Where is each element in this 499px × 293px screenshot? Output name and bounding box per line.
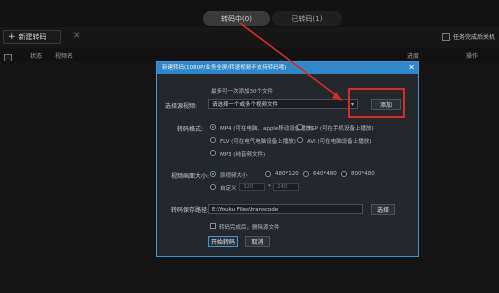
max-files-hint: 最多可一次添加30个文件 <box>211 89 273 95</box>
size-custom-label: 自定义 <box>220 186 237 192</box>
header-status: 状态 <box>30 53 43 60</box>
dialog-title: 新建转码(1080P/业务全屏/转速视频不支持转码哦) <box>157 62 418 74</box>
header-video-name: 视频名 <box>55 53 74 60</box>
toolbar: + 新建转码 ✕ 任务完成后关机 <box>0 27 499 48</box>
custom-width-value: 320 <box>243 184 254 190</box>
header-progress: 进度 <box>407 53 420 60</box>
custom-height-input[interactable]: 240 <box>273 183 299 191</box>
radio-flv[interactable] <box>210 137 216 143</box>
size-label: 视频画面大小: <box>171 173 210 180</box>
task-complete-option[interactable]: 任务完成后关机 <box>441 32 495 41</box>
dialog-close-icon[interactable]: ✕ <box>408 62 415 74</box>
new-transcode-button[interactable]: + 新建转码 <box>3 30 61 44</box>
radio-mp4[interactable] <box>210 124 216 130</box>
close-icon[interactable]: ✕ <box>73 31 81 41</box>
cancel-button[interactable]: 取消 <box>245 236 270 247</box>
table-header: 状态 视频名 进度 操作 <box>0 48 499 62</box>
start-transcode-button[interactable]: 开始转码 <box>208 236 238 247</box>
save-path-label: 转码保存路径: <box>171 207 210 214</box>
format-label: 转码格式: <box>177 126 204 133</box>
save-path-input[interactable]: E:\Youku Files\transcode <box>208 204 363 214</box>
custom-height-value: 240 <box>277 184 288 190</box>
save-path-value: E:\Youku Files\transcode <box>212 207 279 213</box>
custom-width-input[interactable]: 320 <box>239 183 265 191</box>
choose-source-label: 选择源视频: <box>165 103 198 110</box>
tab-converted[interactable]: 已转码(1) <box>272 11 342 26</box>
browse-button[interactable]: 选择 <box>371 204 395 215</box>
size-640x480-label: 640*480 <box>313 171 337 177</box>
size-original-label: 原视频大小 <box>220 173 248 179</box>
highlight-box <box>348 88 405 118</box>
header-action: 操作 <box>466 53 479 60</box>
source-files-select[interactable]: 请选择一个或多个视频文件 ▾ <box>208 99 358 109</box>
format-avi-label: AVI (可在电脑设备上播放) <box>307 139 372 145</box>
radio-avi[interactable] <box>297 137 303 143</box>
delete-source-label: 转码完成后，删除源文件 <box>219 225 280 231</box>
format-3gp-label: 3GP (可在手机设备上播放) <box>307 126 374 132</box>
size-800x480-label: 800*480 <box>351 171 375 177</box>
radio-size-480x120[interactable] <box>265 171 271 177</box>
radio-size-800x480[interactable] <box>341 171 347 177</box>
tab-converting[interactable]: 转码中(0) <box>203 11 270 26</box>
radio-size-original[interactable] <box>210 171 216 177</box>
task-complete-label: 任务完成后关机 <box>452 34 495 41</box>
new-transcode-label: 新建转码 <box>18 33 47 41</box>
radio-mp3[interactable] <box>210 150 216 156</box>
source-files-placeholder: 请选择一个或多个视频文件 <box>212 102 279 108</box>
top-bar: 转码中(0) 已转码(1) <box>0 0 499 27</box>
size-480x120-label: 480*120 <box>275 171 299 177</box>
radio-3gp[interactable] <box>297 124 303 130</box>
shutdown-checkbox[interactable] <box>441 32 450 41</box>
radio-size-custom[interactable] <box>210 184 216 190</box>
times-sign: * <box>268 184 271 190</box>
new-transcode-dialog: 新建转码(1080P/业务全屏/转速视频不支持转码哦) ✕ 最多可一次添加30个… <box>156 61 419 257</box>
radio-size-640x480[interactable] <box>303 171 309 177</box>
delete-source-checkbox[interactable] <box>210 223 216 229</box>
format-mp3-label: MP3 (纯音频文件) <box>220 152 266 158</box>
plus-icon: + <box>8 31 16 42</box>
format-flv-label: FLV (可在电气电脑设备上播放) <box>220 139 296 145</box>
